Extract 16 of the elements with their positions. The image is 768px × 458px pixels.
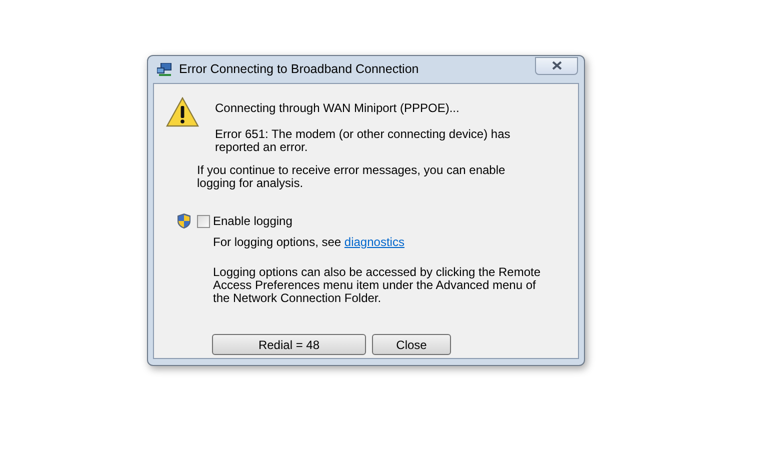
network-icon [157,62,173,76]
logging-options-text: For logging options, see diagnostics [213,234,406,251]
diagnostics-link[interactable]: diagnostics [344,235,404,249]
close-button[interactable] [535,56,578,74]
window-title: Error Connecting to Broadband Connection [179,61,419,78]
logging-checkbox[interactable] [197,214,210,228]
checkbox-label: Enable logging [213,213,292,230]
dialog-button[interactable]: Redial = 48 [212,334,366,355]
shield-icon [177,213,191,229]
logging-note: Logging options can also be accessed by clicking the Remote Access Preferences menu item under the Advanced menu of the Network Connection Folder. [213,266,542,305]
status-text: Connecting through WAN Miniport (PPPOE)... [215,102,460,115]
warning-icon [166,97,199,127]
dialog-button[interactable]: Close [372,334,451,355]
close-icon [552,61,562,70]
hint-text: If you continue to receive error messages, you can enable logging for analysis. [197,164,506,190]
error-text: Error 651: The modem (or other connecting device) has reported an error. [215,128,512,154]
